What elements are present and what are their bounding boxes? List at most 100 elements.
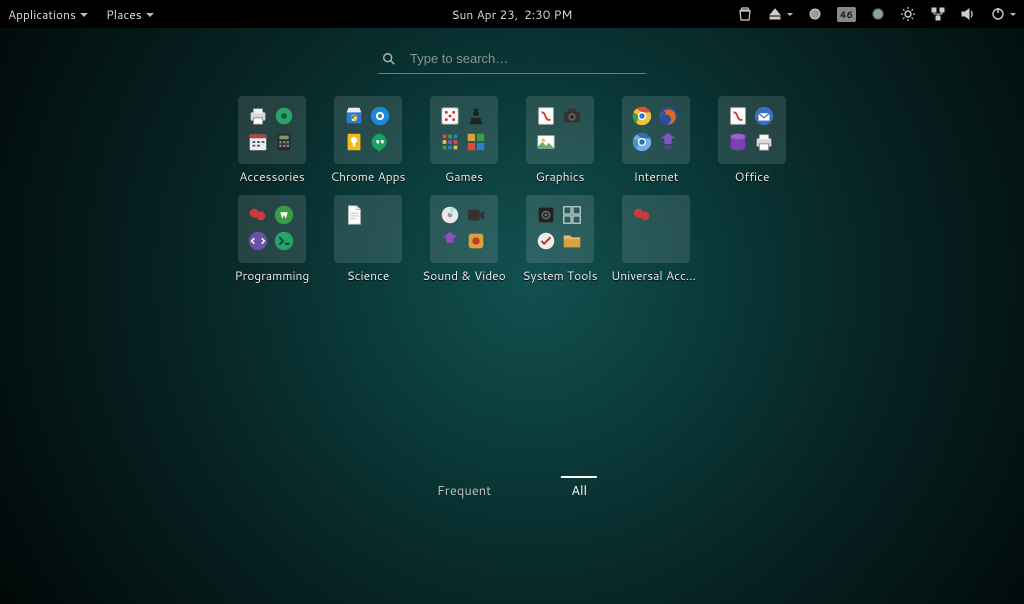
camera-icon [367,103,393,129]
camera-app-icon [559,103,585,129]
chevron-down-icon [146,13,154,17]
search-row [0,44,1024,74]
panel-right: 46 [737,6,1016,22]
top-panel: Applications Places Sun Apr 23, 2:30 PM … [0,0,1024,28]
hangouts-icon [367,129,393,155]
search-box[interactable] [378,44,646,74]
category-label: Internet [611,168,701,185]
category-label: Accessories [227,168,317,185]
panel-left: Applications Places [8,6,154,23]
chevron-down-icon [1010,13,1016,16]
category-science[interactable]: Science [323,195,413,284]
category-label: System Tools [515,267,605,284]
category-system-tools[interactable]: System Tools [515,195,605,284]
activities-overview: Accessories Chrome Apps Games [0,28,1024,604]
search-icon [382,52,396,66]
folder-icon [238,195,306,263]
ide-icon [245,228,271,254]
panel-clock[interactable]: Sun Apr 23, 2:30 PM [452,6,573,23]
bug-icon [629,202,655,228]
category-sound-video[interactable]: Sound & Video [419,195,509,284]
places-menu-label: Places [106,6,142,23]
calendar-icon [245,129,271,155]
printer-icon [751,129,777,155]
category-universal-access[interactable]: Universal Access [611,195,701,284]
folder-icon [622,195,690,263]
search-input[interactable] [408,50,642,67]
category-label: Sound & Video [419,267,509,284]
android-studio-icon [271,202,297,228]
category-label: Universal Access [611,267,701,284]
boxes-icon [559,202,585,228]
puzzle-icon [437,129,463,155]
printer-icon [245,103,271,129]
converter-icon [437,228,463,254]
brightness-icon[interactable] [900,6,916,22]
video-icon [463,202,489,228]
network-icon[interactable] [930,6,946,22]
category-programming[interactable]: Programming [227,195,317,284]
folder-icon [622,96,690,164]
folder-icon [430,96,498,164]
category-internet[interactable]: Internet [611,96,701,185]
category-label: Science [323,267,413,284]
calculator-icon [271,129,297,155]
bug-icon [245,202,271,228]
clock-date: Sun Apr 23, [452,6,519,23]
clock-time: 2:30 PM [524,6,572,23]
category-chrome-apps[interactable]: Chrome Apps [323,96,413,185]
document-icon [341,202,367,228]
weather-icon[interactable] [870,6,886,22]
recorder-icon [463,228,489,254]
category-label: Office [707,168,797,185]
chevron-down-icon [80,13,88,17]
chromium-icon [629,129,655,155]
volume-icon[interactable] [960,6,976,22]
places-menu[interactable]: Places [106,6,154,23]
blocks-icon [463,129,489,155]
category-games[interactable]: Games [419,96,509,185]
disk-check-icon [533,228,559,254]
disk-icon [271,103,297,129]
app-category-grid: Accessories Chrome Apps Games [227,96,797,284]
power-menu[interactable] [990,6,1016,22]
chess-icon [463,103,489,129]
pdf-icon [533,103,559,129]
firefox-icon [655,103,681,129]
category-label: Chrome Apps [323,168,413,185]
power-icon [990,6,1006,22]
category-graphics[interactable]: Graphics [515,96,605,185]
dice-icon [437,103,463,129]
category-label: Graphics [515,168,605,185]
folder-icon [334,96,402,164]
database-icon [725,129,751,155]
category-accessories[interactable]: Accessories [227,96,317,185]
applications-menu[interactable]: Applications [8,6,88,23]
chrome-icon [629,103,655,129]
eject-menu[interactable] [767,6,793,22]
view-tabs: Frequent All [427,476,597,506]
folder-icon [718,96,786,164]
folder-icon [526,195,594,263]
folder-icon [430,195,498,263]
mail-icon [751,103,777,129]
image-icon [533,129,559,155]
battery-badge[interactable]: 46 [837,7,856,22]
folder-icon [526,96,594,164]
keep-icon [341,129,367,155]
category-label: Games [419,168,509,185]
folder-icon [238,96,306,164]
tab-all[interactable]: All [561,476,597,506]
file-manager-icon [559,228,585,254]
folder-icon [334,195,402,263]
chevron-down-icon [787,13,793,16]
trash-icon[interactable] [737,6,753,22]
applications-menu-label: Applications [8,6,76,23]
category-office[interactable]: Office [707,96,797,185]
category-label: Programming [227,267,317,284]
tab-frequent[interactable]: Frequent [427,476,501,506]
cd-icon [437,202,463,228]
vault-icon [533,202,559,228]
torrent-icon [655,129,681,155]
indicator-icon[interactable] [807,6,823,22]
